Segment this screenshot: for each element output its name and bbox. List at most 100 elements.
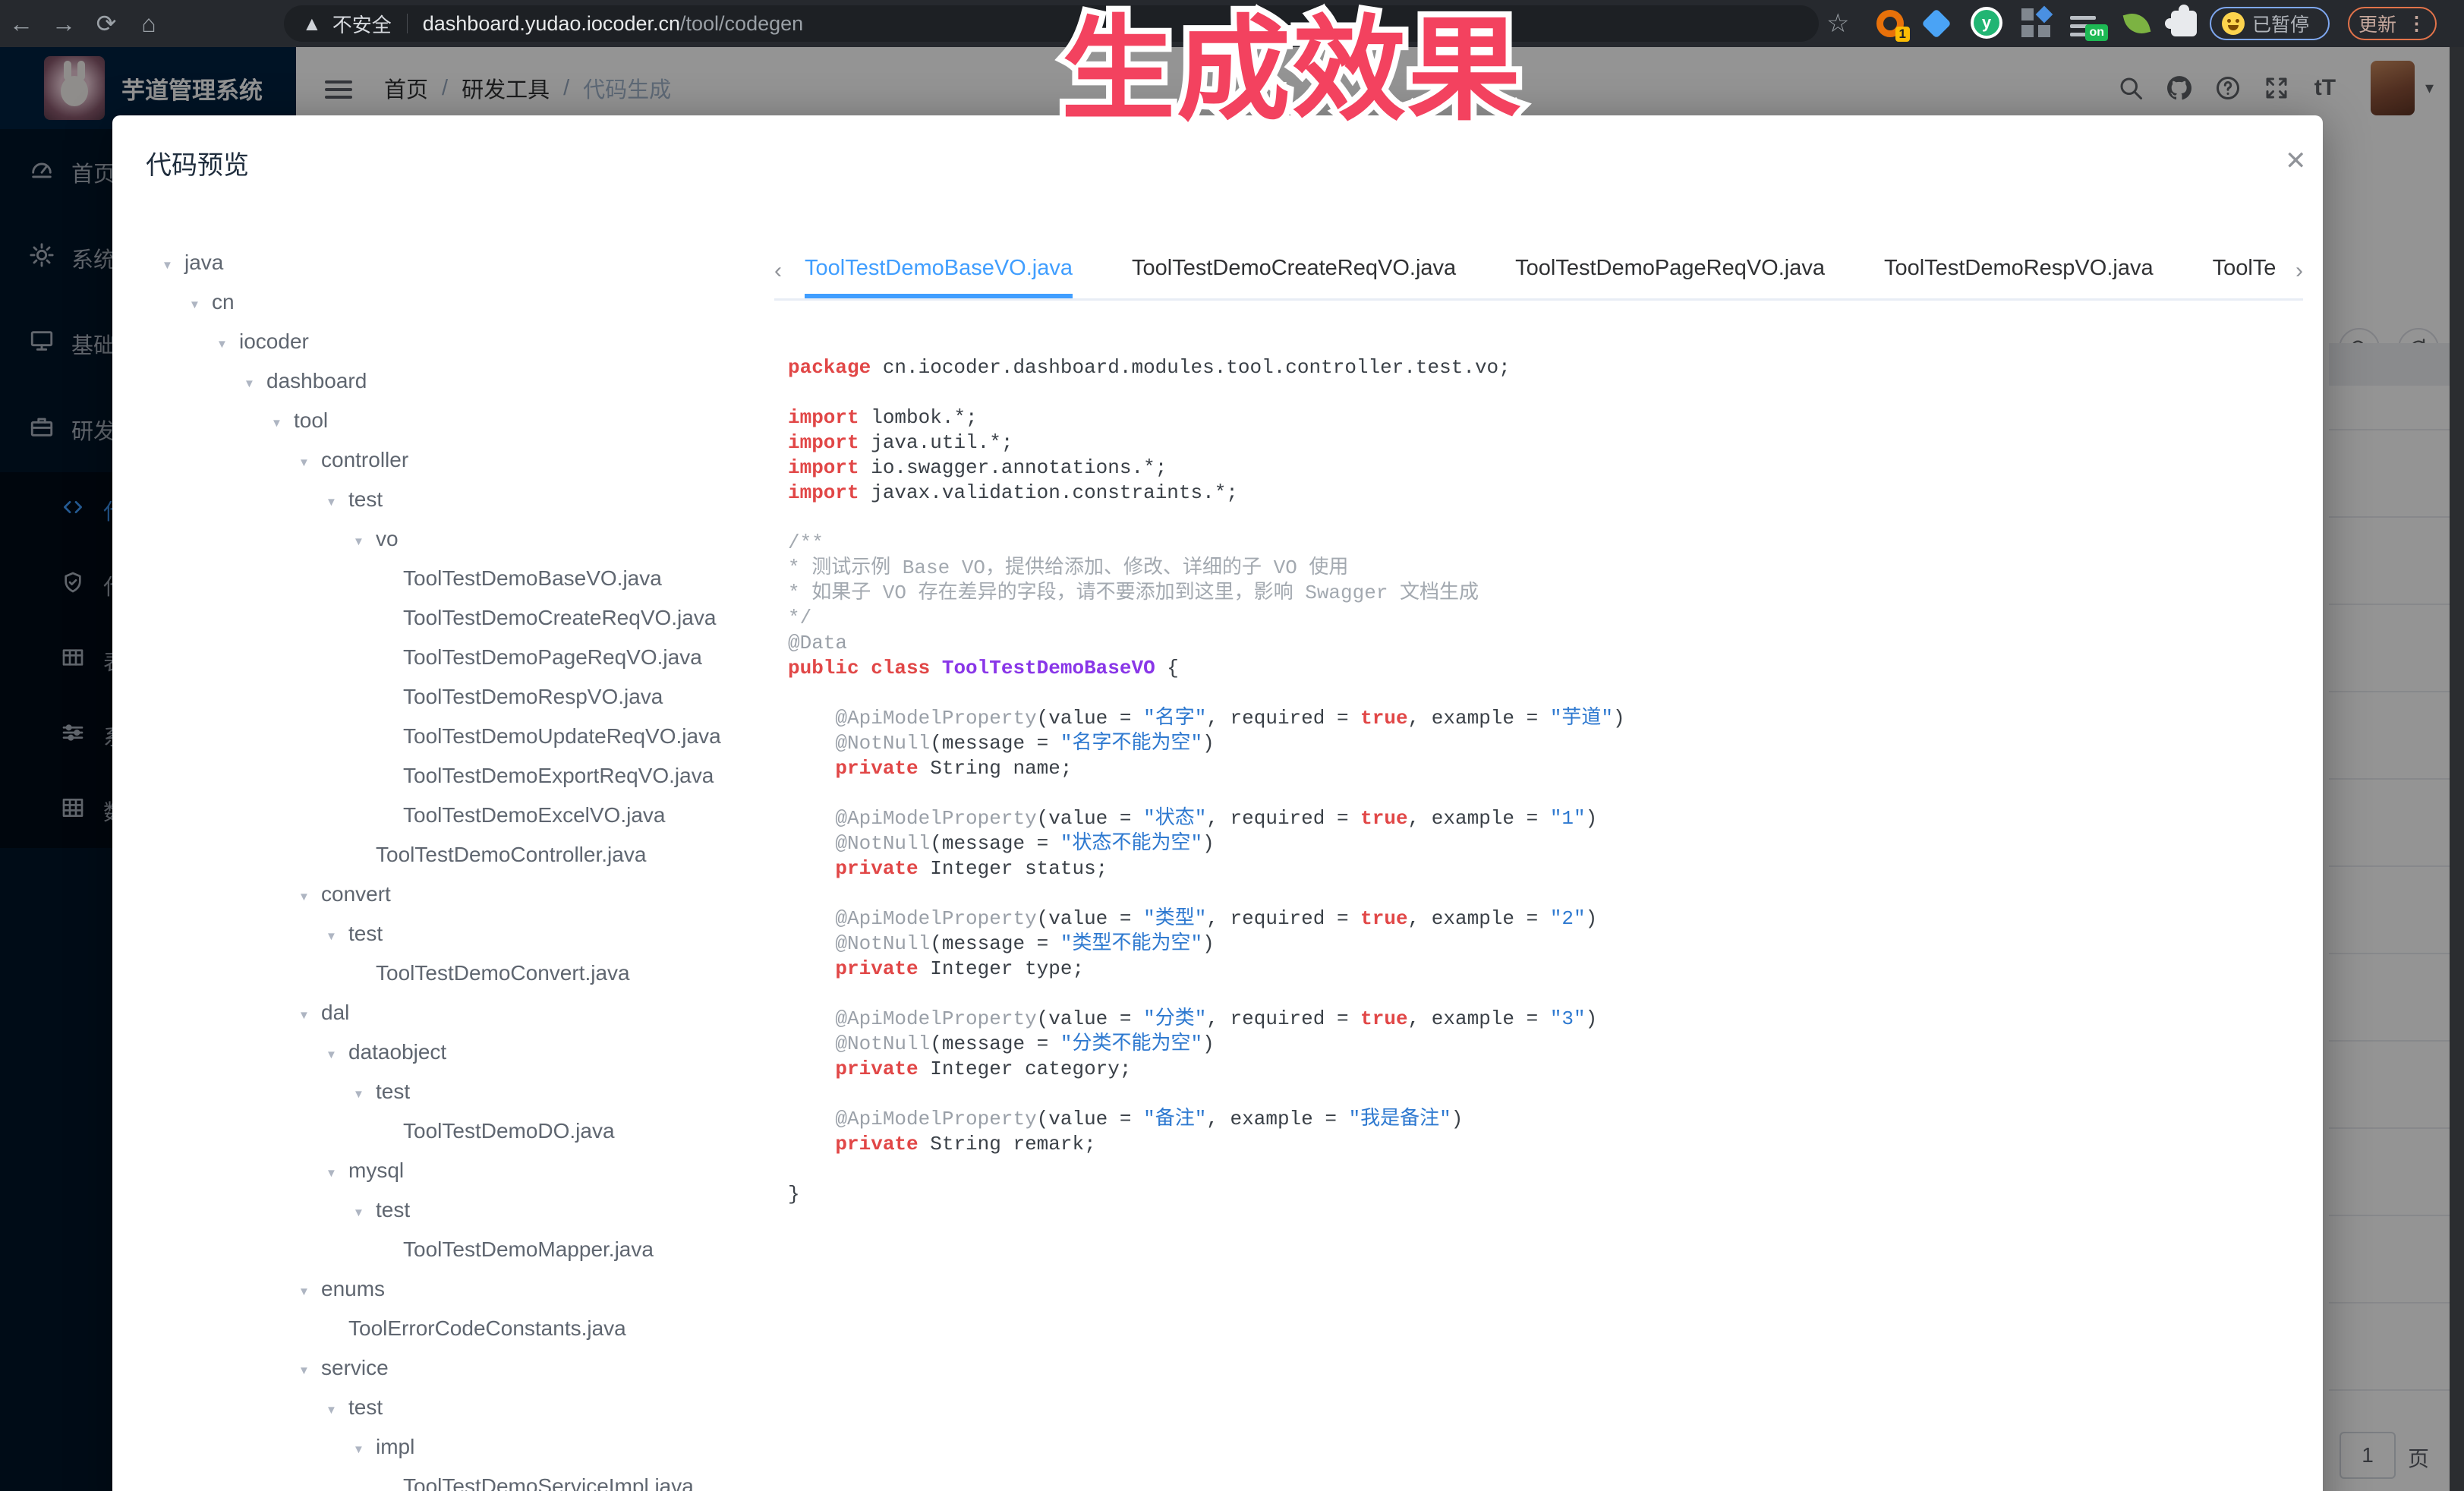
extension-y-icon[interactable]: y — [1971, 7, 2004, 40]
callout-text: 生成效果 — [1061, 6, 1523, 134]
extension-gem-icon[interactable] — [1920, 7, 1953, 40]
tree-node[interactable]: ToolTestDemoController.java — [146, 835, 761, 875]
tree-node[interactable]: ▼tool — [146, 401, 761, 440]
tree-node[interactable]: ▼vo — [146, 519, 761, 559]
tree-node[interactable]: ▼impl — [146, 1427, 761, 1467]
tree-node[interactable]: ▼controller — [146, 440, 761, 480]
tree-node[interactable]: ▼test — [146, 914, 761, 954]
bookmark-star-icon[interactable]: ☆ — [1826, 0, 1849, 47]
tree-node[interactable]: ToolTestDemoMapper.java — [146, 1230, 761, 1269]
url-bar[interactable]: ▲ 不安全 dashboard.yudao.iocoder.cn/tool/co… — [284, 5, 1819, 42]
tree-node[interactable]: ▼dataobject — [146, 1032, 761, 1072]
emoji-avatar-icon — [2222, 12, 2245, 35]
tree-node-label: test — [348, 487, 383, 511]
screen: ← → ⟳ ⌂ ▲ 不安全 dashboard.yudao.iocoder.cn… — [0, 0, 2464, 1491]
caret-down-icon[interactable]: ▼ — [326, 483, 348, 522]
tab-ToolTestDemoCreateReqVO.java[interactable]: ToolTestDemoCreateReqVO.java — [1132, 251, 1456, 298]
tree-node-label: dal — [321, 1001, 349, 1024]
caret-down-icon[interactable]: ▼ — [353, 1430, 376, 1470]
code-line: import java.util.*; — [788, 430, 2299, 455]
caret-down-icon[interactable]: ▼ — [353, 522, 376, 562]
extension-grid-icon[interactable] — [2020, 7, 2053, 40]
code-line: @ApiModelProperty(value = "状态", required… — [788, 806, 2299, 831]
tree-node[interactable]: ToolTestDemoConvert.java — [146, 954, 761, 993]
caret-down-icon[interactable]: ▼ — [298, 878, 321, 917]
caret-down-icon[interactable]: ▼ — [326, 1036, 348, 1075]
tree-node-label: ToolTestDemoDO.java — [403, 1119, 615, 1143]
tree-node[interactable]: ▼test — [146, 480, 761, 519]
code-line: @ApiModelProperty(value = "类型", required… — [788, 906, 2299, 931]
tree-node[interactable]: ToolErrorCodeConstants.java — [146, 1309, 761, 1348]
caret-down-icon[interactable]: ▼ — [216, 325, 239, 364]
browser-update-button[interactable]: 更新 ⋮ — [2348, 7, 2437, 40]
tabs-scroll-left-icon[interactable]: ‹ — [774, 258, 782, 284]
profile-paused-button[interactable]: 已暂停 — [2210, 7, 2330, 40]
code-line: @Data — [788, 631, 2299, 656]
caret-down-icon[interactable]: ▼ — [298, 1272, 321, 1312]
back-icon[interactable]: ← — [0, 0, 43, 47]
tab-ToolTestDemoBaseVO.java[interactable]: ToolTestDemoBaseVO.java — [805, 251, 1073, 298]
home-icon[interactable]: ⌂ — [128, 0, 170, 47]
tree-node-label: enums — [321, 1277, 385, 1300]
caret-down-icon[interactable]: ▼ — [326, 1154, 348, 1193]
forward-icon[interactable]: → — [43, 0, 85, 47]
extension-list-icon[interactable]: on — [2070, 7, 2103, 40]
caret-down-icon[interactable]: ▼ — [298, 1351, 321, 1391]
tabs-scroll-right-icon[interactable]: › — [2295, 258, 2303, 284]
tab-ToolTestDemoRespVO.java[interactable]: ToolTestDemoRespVO.java — [1884, 251, 2154, 298]
tree-node[interactable]: ▼iocoder — [146, 322, 761, 361]
puzzle-icon — [2171, 11, 2197, 36]
caret-down-icon[interactable]: ▼ — [353, 1075, 376, 1114]
tab-ToolTe[interactable]: ToolTe — [2213, 251, 2277, 298]
tree-node[interactable]: ToolTestDemoServiceImpl.java — [146, 1467, 761, 1491]
tree-node-label: vo — [376, 527, 399, 550]
reload-icon[interactable]: ⟳ — [85, 0, 128, 47]
code-line: @ApiModelProperty(value = "分类", required… — [788, 1007, 2299, 1032]
caret-down-icon[interactable]: ▼ — [271, 404, 294, 443]
extensions-puzzle-icon[interactable] — [2167, 7, 2201, 40]
tree-node[interactable]: ToolTestDemoPageReqVO.java — [146, 638, 761, 677]
extension-sprout-icon[interactable] — [2120, 7, 2154, 40]
tree-node[interactable]: ToolTestDemoExcelVO.java — [146, 796, 761, 835]
tree-node[interactable]: ▼enums — [146, 1269, 761, 1309]
tree-node[interactable]: ▼dashboard — [146, 361, 761, 401]
extension-badge: 1 — [1895, 27, 1910, 42]
caret-down-icon[interactable]: ▼ — [326, 917, 348, 957]
tree-node-label: ToolTestDemoConvert.java — [376, 961, 630, 985]
tree-node[interactable]: ToolTestDemoExportReqVO.java — [146, 756, 761, 796]
tree-node[interactable]: ▼test — [146, 1072, 761, 1111]
tree-node[interactable]: ToolTestDemoDO.java — [146, 1111, 761, 1151]
tree-node[interactable]: ▼dal — [146, 993, 761, 1032]
caret-down-icon[interactable]: ▼ — [189, 285, 212, 325]
code-line: private Integer type; — [788, 957, 2299, 982]
y-circle-icon: y — [1971, 7, 2002, 39]
caret-down-icon[interactable]: ▼ — [298, 996, 321, 1036]
tree-node[interactable]: ▼java — [146, 243, 761, 282]
tree-node[interactable]: ToolTestDemoBaseVO.java — [146, 559, 761, 598]
tree-node[interactable]: ToolTestDemoCreateReqVO.java — [146, 598, 761, 638]
code-line: private String name; — [788, 756, 2299, 781]
caret-down-icon[interactable]: ▼ — [326, 1391, 348, 1430]
tab-ToolTestDemoPageReqVO.java[interactable]: ToolTestDemoPageReqVO.java — [1515, 251, 1825, 298]
tree-node[interactable]: ▼mysql — [146, 1151, 761, 1190]
tree-node[interactable]: ▼service — [146, 1348, 761, 1388]
tree-node[interactable]: ▼cn — [146, 282, 761, 322]
close-icon[interactable]: ✕ — [2285, 146, 2307, 176]
caret-down-icon[interactable]: ▼ — [244, 364, 266, 404]
tree-node-label: test — [376, 1198, 410, 1221]
tree-node[interactable]: ▼test — [146, 1190, 761, 1230]
kebab-menu-icon[interactable]: ⋮ — [2407, 12, 2426, 35]
tree-node-label: tool — [294, 408, 328, 432]
code-viewer[interactable]: package cn.iocoder.dashboard.modules.too… — [788, 355, 2299, 1207]
code-line — [788, 982, 2299, 1007]
caret-down-icon[interactable]: ▼ — [298, 443, 321, 483]
caret-down-icon[interactable]: ▼ — [353, 1193, 376, 1233]
tree-node[interactable]: ToolTestDemoRespVO.java — [146, 677, 761, 717]
caret-down-icon[interactable]: ▼ — [162, 246, 184, 285]
extension-orange-icon[interactable]: 1 — [1873, 7, 1907, 40]
tree-node[interactable]: ▼test — [146, 1388, 761, 1427]
code-line — [788, 881, 2299, 906]
tree-node[interactable]: ToolTestDemoUpdateReqVO.java — [146, 717, 761, 756]
tree-node-label: java — [184, 251, 223, 274]
tree-node[interactable]: ▼convert — [146, 875, 761, 914]
